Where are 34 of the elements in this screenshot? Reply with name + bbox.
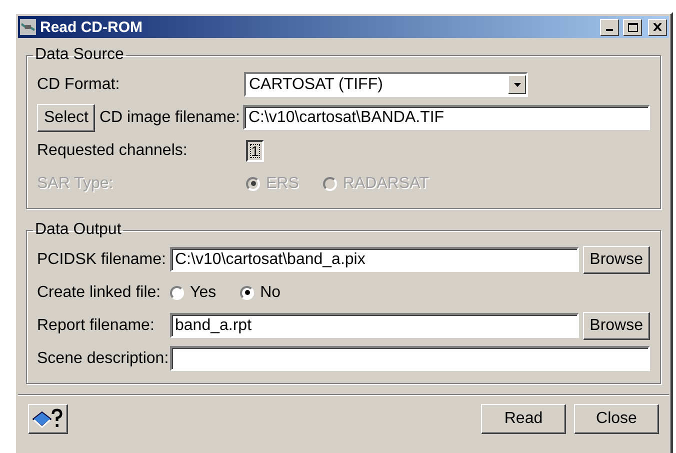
window-title: Read CD-ROM bbox=[40, 18, 144, 36]
input-field[interactable]: C:\v10\cartosat\band_a.pix bbox=[170, 247, 579, 272]
dialog-button[interactable]: Read bbox=[481, 404, 566, 434]
field-label: Report filename: bbox=[37, 316, 156, 334]
input-field[interactable]: band_a.rpt bbox=[170, 313, 579, 338]
book-question-icon bbox=[32, 408, 64, 430]
radio-option[interactable]: No bbox=[240, 284, 281, 302]
close-icon bbox=[653, 23, 662, 31]
browse-button[interactable]: Browse bbox=[582, 246, 650, 274]
dialog-button[interactable]: Close bbox=[574, 404, 659, 434]
radio-option[interactable]: Yes bbox=[170, 284, 216, 302]
format-dropdown[interactable]: CARTOSAT (TIFF) bbox=[244, 72, 528, 97]
field-label: Scene description: bbox=[37, 350, 166, 368]
field-label: Create linked file: bbox=[37, 284, 162, 302]
input-field[interactable] bbox=[170, 346, 650, 371]
caret-icon[interactable] bbox=[508, 75, 526, 94]
field-label: CD image filename: bbox=[99, 108, 240, 126]
maximize-icon bbox=[628, 22, 638, 32]
close-button[interactable] bbox=[648, 18, 667, 36]
radio-button[interactable] bbox=[170, 286, 184, 300]
channel-button[interactable]: 1 bbox=[246, 140, 264, 162]
radio-button[interactable] bbox=[240, 286, 254, 300]
browse-button[interactable]: Browse bbox=[582, 312, 650, 340]
satellite-icon bbox=[20, 19, 36, 35]
help-button[interactable] bbox=[28, 404, 68, 434]
field-label: CD Format: bbox=[37, 76, 121, 94]
group-title: Data Output bbox=[34, 221, 122, 239]
group-title: Data Source bbox=[34, 46, 125, 64]
select-button[interactable]: Select bbox=[37, 104, 96, 132]
maximize-button[interactable] bbox=[623, 18, 642, 36]
input-field[interactable]: C:\v10\cartosat\BANDA.TIF bbox=[243, 105, 650, 130]
field-label: PCIDSK filename: bbox=[37, 250, 166, 268]
field-label: Requested channels: bbox=[37, 142, 188, 160]
minimize-button[interactable] bbox=[600, 18, 619, 36]
